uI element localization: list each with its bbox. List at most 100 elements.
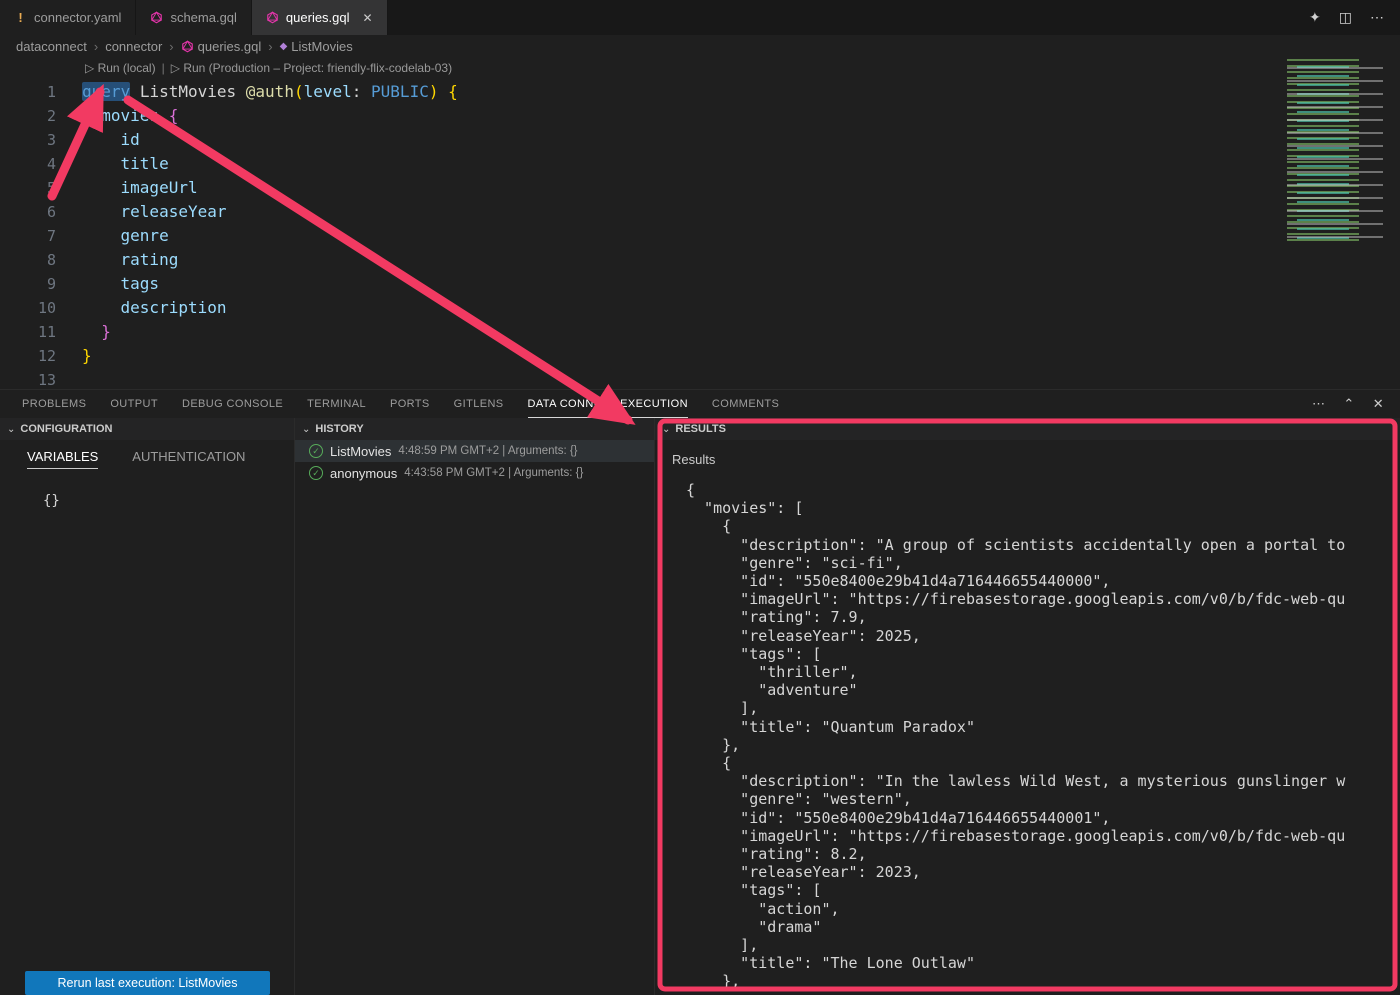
breadcrumb-separator: › bbox=[94, 39, 98, 54]
panel-more-icon[interactable]: ⋯ bbox=[1312, 396, 1325, 412]
split-editor-icon[interactable]: ◫ bbox=[1339, 9, 1352, 26]
code-text: query ListMovies @auth(level: PUBLIC) { bbox=[56, 80, 458, 104]
chevron-down-icon: ⌄ bbox=[7, 424, 15, 435]
code-line-10: 10 description bbox=[0, 296, 1400, 320]
graphql-icon bbox=[150, 11, 163, 24]
panel-tab-debug-console[interactable]: DEBUG CONSOLE bbox=[182, 390, 283, 418]
tab-queries.gql[interactable]: queries.gql✕ bbox=[252, 0, 388, 35]
configuration-tabs: VARIABLES AUTHENTICATION bbox=[0, 440, 294, 469]
code-line-9: 9 tags bbox=[0, 272, 1400, 296]
code-text: description bbox=[56, 296, 227, 320]
history-item-name: ListMovies bbox=[330, 444, 391, 459]
success-check-icon: ✓ bbox=[309, 444, 323, 458]
play-icon: ▷ bbox=[171, 61, 180, 75]
results-title: RESULTS bbox=[675, 423, 726, 435]
line-number: 8 bbox=[0, 248, 56, 272]
minimap[interactable] bbox=[1285, 59, 1398, 241]
configuration-header[interactable]: ⌄ CONFIGURATION bbox=[0, 418, 294, 440]
history-item-name: anonymous bbox=[330, 466, 397, 481]
tab-variables[interactable]: VARIABLES bbox=[27, 449, 98, 469]
code-line-4: 4 title bbox=[0, 152, 1400, 176]
history-item-anonymous[interactable]: ✓ anonymous 4:43:58 PM GMT+2 | Arguments: … bbox=[295, 462, 654, 484]
history-item-meta: 4:43:58 PM GMT+2 | Arguments: {} bbox=[404, 467, 583, 479]
tab-label: schema.gql bbox=[170, 10, 236, 25]
code-text: tags bbox=[56, 272, 159, 296]
code-editor[interactable]: ▷ Run (local) | ▷ Run (Production – Projec… bbox=[0, 57, 1400, 389]
breadcrumb-item-ListMovies[interactable]: ◆ListMovies bbox=[280, 39, 353, 54]
results-section: ⌄ RESULTS Results { "movies": [ { "descr… bbox=[655, 418, 1400, 995]
line-number: 6 bbox=[0, 200, 56, 224]
codelens: ▷ Run (local) | ▷ Run (Production – Projec… bbox=[0, 57, 1400, 80]
line-number: 7 bbox=[0, 224, 56, 248]
code-line-12: 12} bbox=[0, 344, 1400, 368]
breadcrumb-item-queries.gql[interactable]: queries.gql bbox=[181, 39, 262, 54]
line-number: 1 bbox=[0, 80, 56, 104]
panel-tab-problems[interactable]: PROBLEMS bbox=[22, 390, 86, 418]
variables-value[interactable]: {} bbox=[0, 469, 294, 509]
run-production-link[interactable]: ▷ Run (Production – Project: friendly-fl… bbox=[171, 61, 452, 75]
breadcrumb-label: dataconnect bbox=[16, 39, 87, 54]
code-line-1: 1query ListMovies @auth(level: PUBLIC) { bbox=[0, 80, 1400, 104]
configuration-section: ⌄ CONFIGURATION VARIABLES AUTHENTICATION… bbox=[0, 418, 295, 995]
success-check-icon: ✓ bbox=[309, 466, 323, 480]
codelens-divider: | bbox=[162, 61, 165, 75]
bottom-panel: PROBLEMS OUTPUT DEBUG CONSOLE TERMINAL PORTS… bbox=[0, 389, 1400, 995]
panel-tab-data-connect-execution[interactable]: DATA CONNECT EXECUTION bbox=[528, 390, 688, 418]
code-line-11: 11 } bbox=[0, 320, 1400, 344]
tab-label: connector.yaml bbox=[34, 10, 121, 25]
code-line-3: 3 id bbox=[0, 128, 1400, 152]
history-item-ListMovies[interactable]: ✓ ListMovies 4:48:59 PM GMT+2 | Arguments:… bbox=[295, 440, 654, 462]
line-number: 2 bbox=[0, 104, 56, 128]
panel-tab-gitlens[interactable]: GITLENS bbox=[454, 390, 504, 418]
code-text bbox=[56, 368, 82, 389]
panel-maximize-icon[interactable]: ⌃ bbox=[1343, 396, 1354, 412]
breadcrumb: dataconnect›connector›queries.gql›◆ListM… bbox=[0, 35, 1400, 57]
run-local-link[interactable]: ▷ Run (local) bbox=[85, 61, 156, 75]
panel-tabs: PROBLEMS OUTPUT DEBUG CONSOLE TERMINAL PORTS… bbox=[22, 390, 779, 418]
tab-bar-tabs: !connector.yaml schema.gql queries.gql✕ bbox=[0, 0, 388, 35]
run-production-label: Run (Production – Project: friendly-flix… bbox=[183, 61, 452, 75]
breadcrumb-item-connector[interactable]: connector bbox=[105, 39, 162, 54]
code-line-7: 7 genre bbox=[0, 224, 1400, 248]
history-header[interactable]: ⌄ HISTORY bbox=[295, 418, 654, 440]
tab-authentication[interactable]: AUTHENTICATION bbox=[132, 449, 245, 469]
run-local-label: Run (local) bbox=[98, 61, 156, 75]
breadcrumb-item-dataconnect[interactable]: dataconnect bbox=[16, 39, 87, 54]
tab-schema.gql[interactable]: schema.gql bbox=[136, 0, 251, 35]
results-label: Results bbox=[672, 452, 1400, 467]
line-number: 4 bbox=[0, 152, 56, 176]
rerun-last-execution-button[interactable]: Rerun last execution: ListMovies bbox=[25, 971, 270, 995]
code-text: id bbox=[56, 128, 140, 152]
panel-body: ⌄ CONFIGURATION VARIABLES AUTHENTICATION… bbox=[0, 418, 1400, 995]
code-line-13: 13 bbox=[0, 368, 1400, 389]
chevron-down-icon: ⌄ bbox=[662, 424, 670, 435]
more-actions-icon[interactable]: ⋯ bbox=[1370, 9, 1384, 26]
panel-tab-output[interactable]: OUTPUT bbox=[110, 390, 158, 418]
breadcrumb-label: ListMovies bbox=[291, 39, 352, 54]
panel-tab-comments[interactable]: COMMENTS bbox=[712, 390, 779, 418]
close-tab-icon[interactable]: ✕ bbox=[363, 11, 373, 25]
breadcrumb-label: connector bbox=[105, 39, 162, 54]
panel-tab-bar: PROBLEMS OUTPUT DEBUG CONSOLE TERMINAL PORTS… bbox=[0, 390, 1400, 418]
code-line-6: 6 releaseYear bbox=[0, 200, 1400, 224]
symbol-operation-icon: ◆ bbox=[280, 41, 288, 52]
panel-actions: ⋯ ⌃ ✕ bbox=[1312, 390, 1400, 418]
play-icon: ▷ bbox=[85, 61, 94, 75]
panel-close-icon[interactable]: ✕ bbox=[1373, 396, 1384, 412]
tab-connector.yaml[interactable]: !connector.yaml bbox=[0, 0, 136, 35]
line-number: 3 bbox=[0, 128, 56, 152]
code-text: } bbox=[56, 344, 92, 368]
editor-tab-bar: !connector.yamlschema.gqlqueries.gql✕ ✦ … bbox=[0, 0, 1400, 35]
panel-tab-terminal[interactable]: TERMINAL bbox=[307, 390, 366, 418]
results-header[interactable]: ⌄ RESULTS bbox=[655, 418, 1400, 440]
breadcrumb-separator: › bbox=[268, 39, 272, 54]
line-number: 13 bbox=[0, 368, 56, 389]
code-line-2: 2 movies { bbox=[0, 104, 1400, 128]
chevron-down-icon: ⌄ bbox=[302, 424, 310, 435]
line-number: 12 bbox=[0, 344, 56, 368]
sparkle-icon[interactable]: ✦ bbox=[1309, 9, 1321, 26]
history-item-meta: 4:48:59 PM GMT+2 | Arguments: {} bbox=[398, 445, 577, 457]
code-text: imageUrl bbox=[56, 176, 198, 200]
panel-tab-ports[interactable]: PORTS bbox=[390, 390, 430, 418]
graphql-icon bbox=[266, 11, 279, 24]
